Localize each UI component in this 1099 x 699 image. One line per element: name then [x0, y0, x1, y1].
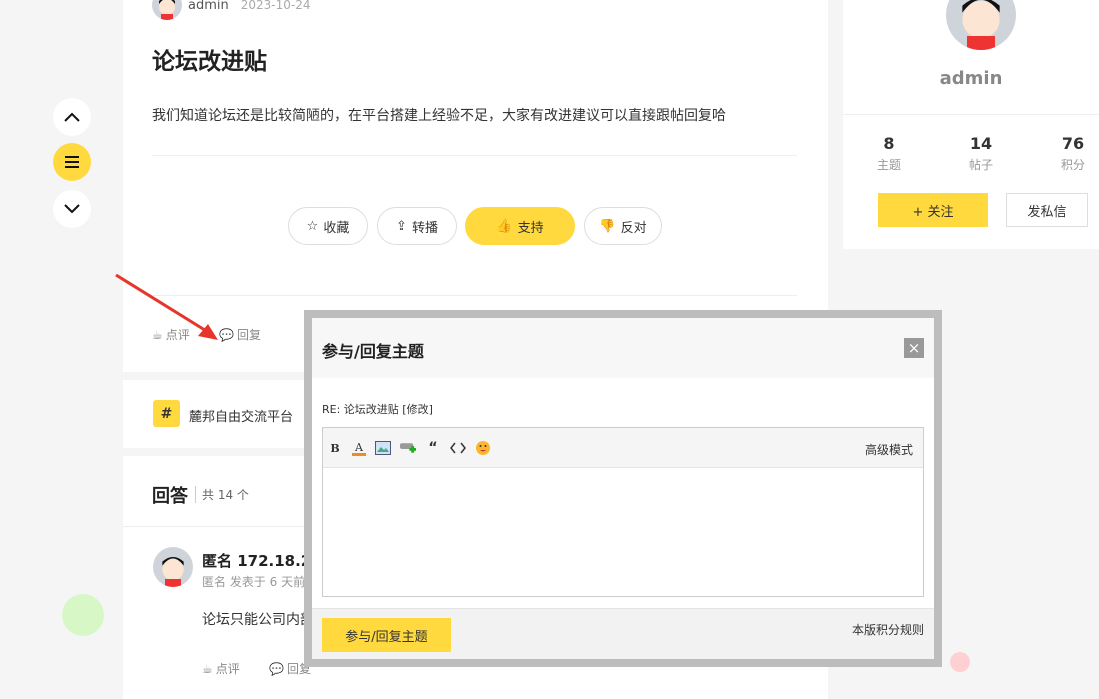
stat-value: 76 [1061, 134, 1085, 153]
reply-dialog-body: 参与/回复主题 × RE: 论坛改进贴 [修改] B A “ 高级模式 参与/回… [312, 318, 934, 659]
favorite-button[interactable]: ☆ 收藏 [288, 207, 368, 245]
close-icon[interactable]: × [904, 338, 924, 358]
divider [152, 295, 797, 296]
stat-label: 主题 [876, 158, 901, 172]
private-message-button[interactable]: 发私信 [1006, 193, 1088, 227]
reply-link[interactable]: 💬 回复 [219, 326, 261, 343]
advanced-mode-link[interactable]: 高级模式 [865, 441, 913, 458]
reply-editor[interactable]: B A “ 高级模式 [322, 427, 924, 597]
author-name[interactable]: admin [188, 0, 229, 13]
image-icon[interactable] [375, 440, 391, 456]
reply-comment-link[interactable]: ☕ 点评 [202, 660, 240, 677]
chevron-down-icon [64, 204, 80, 214]
answers-title: 回答 [152, 486, 188, 507]
scroll-down-button[interactable] [53, 190, 91, 228]
avatar[interactable] [152, 0, 182, 20]
reply-dialog: 参与/回复主题 × RE: 论坛改进贴 [修改] B A “ 高级模式 参与/回… [304, 310, 942, 667]
post-author: admin 2023-10-24 [152, 0, 310, 20]
dialog-title: 参与/回复主题 [322, 342, 424, 361]
dialog-footer: 参与/回复主题 本版积分规则 [312, 608, 934, 659]
quote-icon[interactable]: “ [425, 440, 441, 456]
share-icon: ⇪ [396, 218, 407, 234]
reply-subject[interactable]: RE: 论坛改进贴 [修改] [322, 401, 433, 417]
chevron-up-icon [64, 112, 80, 122]
speech-bubble-icon: 💬 [269, 661, 284, 676]
page-title: 论坛改进贴 [152, 49, 267, 75]
hash-icon: # [153, 400, 180, 427]
profile-username[interactable]: admin [843, 68, 1099, 89]
annotation-arrow [115, 273, 218, 340]
menu-icon [65, 156, 79, 168]
scroll-up-button[interactable] [53, 98, 91, 136]
favorite-label: 收藏 [323, 220, 350, 236]
code-icon[interactable] [450, 440, 466, 456]
menu-button[interactable] [53, 143, 91, 181]
reply-label: 回复 [236, 328, 261, 342]
points-rules-link[interactable]: 本版积分规则 [852, 621, 924, 638]
profile-card: admin 8 主题 14 帖子 76 积分 + 关注 发私信 [843, 0, 1099, 249]
share-button[interactable]: ⇪ 转播 [377, 207, 457, 245]
reply-text: 论坛只能公司内部 [202, 612, 314, 628]
decorative-dot [950, 652, 970, 672]
oppose-label: 反对 [620, 220, 647, 236]
stat-points[interactable]: 76 积分 [1043, 134, 1099, 173]
submit-reply-button[interactable]: 参与/回复主题 [322, 618, 451, 652]
reply-meta: 匿名 发表于 6 天前 [202, 575, 306, 589]
font-color-icon[interactable]: A [351, 440, 367, 456]
link-icon[interactable] [400, 440, 416, 456]
stat-topics[interactable]: 8 主题 [859, 134, 919, 173]
divider [843, 114, 1099, 115]
comment-label: 点评 [215, 662, 240, 676]
thumbs-up-icon: 👍 [496, 218, 513, 234]
thumbs-down-icon: 👎 [599, 218, 616, 234]
bold-icon[interactable]: B [327, 440, 343, 456]
cup-icon: ☕ [202, 661, 213, 676]
star-icon: ☆ [306, 218, 319, 234]
stat-posts[interactable]: 14 帖子 [951, 134, 1011, 173]
stat-label: 帖子 [968, 158, 993, 172]
forum-name[interactable]: 麓邦自由交流平台 [189, 406, 293, 425]
avatar[interactable] [946, 0, 1016, 50]
avatar[interactable] [153, 547, 193, 587]
share-label: 转播 [411, 220, 438, 236]
dialog-header: 参与/回复主题 × [312, 318, 934, 378]
editor-toolbar: B A “ 高级模式 [323, 428, 923, 468]
answers-count: 共 14 个 [195, 486, 249, 503]
stat-label: 积分 [1060, 158, 1085, 172]
support-button[interactable]: 👍 支持 [465, 207, 575, 245]
stat-value: 8 [883, 134, 895, 153]
stat-value: 14 [969, 134, 993, 153]
decorative-dot [62, 594, 104, 636]
oppose-button[interactable]: 👎 反对 [584, 207, 662, 245]
post-date: 2023-10-24 [240, 0, 311, 12]
support-label: 支持 [517, 220, 544, 236]
emoji-icon[interactable] [475, 440, 491, 456]
svg-text:A: A [354, 441, 364, 454]
divider [152, 155, 797, 156]
follow-button[interactable]: + 关注 [878, 193, 988, 227]
post-body: 我们知道论坛还是比较简陋的，在平台搭建上经验不足，大家有改进建议可以直接跟帖回复… [152, 108, 726, 124]
